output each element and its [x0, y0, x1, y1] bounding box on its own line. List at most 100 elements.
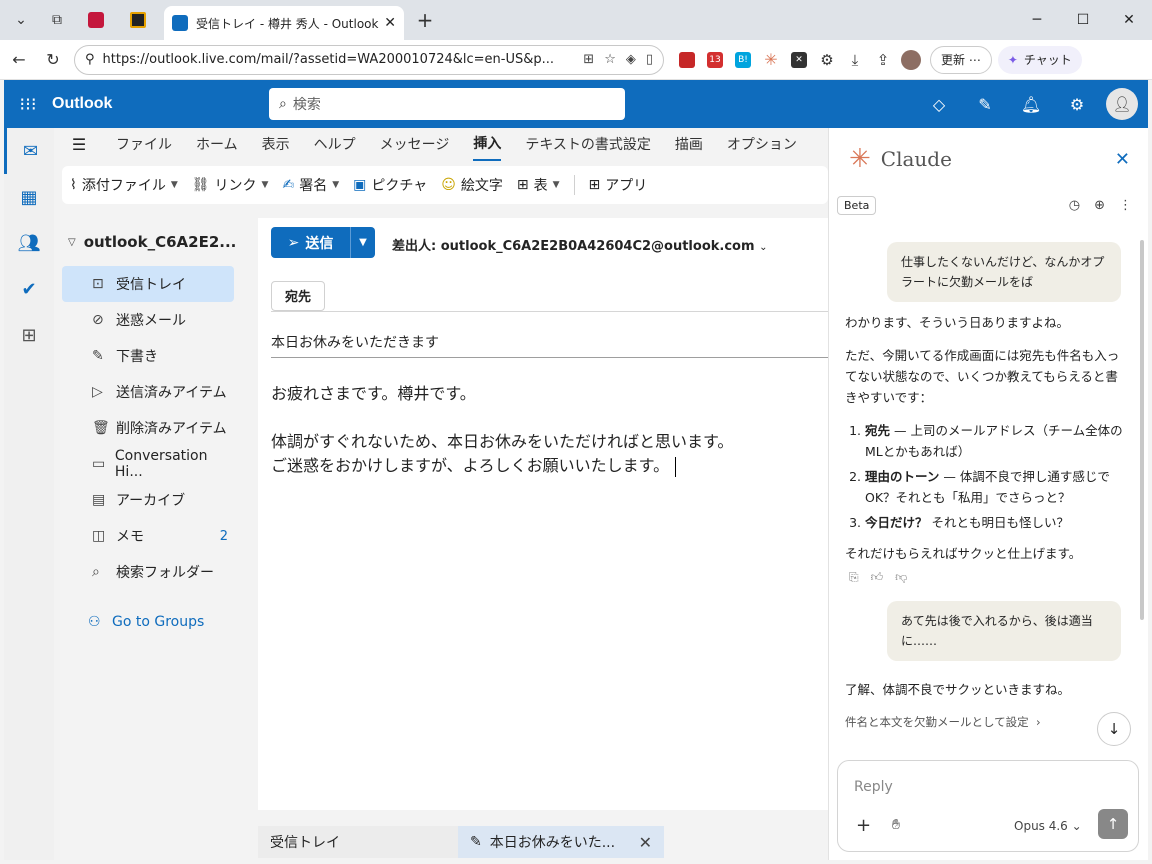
extensions-puzzle-icon[interactable]: ⚙	[814, 47, 840, 73]
copy-icon[interactable]: ⎘	[849, 570, 859, 585]
tab-insert[interactable]: 挿入	[473, 127, 502, 161]
settings-gear-icon[interactable]: ⚙	[1054, 95, 1100, 114]
chevron-down-icon: ⌄	[1071, 819, 1082, 833]
pinned-tab-1[interactable]	[78, 5, 114, 35]
folder-deleted[interactable]: 🗑︎ 削除済みアイテム	[62, 410, 234, 446]
send-options-chevron-icon[interactable]: ▼	[351, 227, 375, 258]
close-tab-icon[interactable]: ✕	[384, 15, 396, 31]
ext-x-icon[interactable]: ✕	[786, 47, 812, 73]
ext-badge-icon[interactable]: 13	[702, 47, 728, 73]
minimize-icon[interactable]: ─	[1014, 0, 1060, 40]
tab-message[interactable]: メッセージ	[380, 128, 450, 160]
to-button[interactable]: 宛先	[271, 280, 325, 311]
back-icon[interactable]: ←	[4, 45, 34, 75]
copilot-chat-button[interactable]: ✦ チャット	[997, 45, 1082, 74]
workspaces-icon[interactable]: ⧉	[42, 5, 72, 35]
maximize-icon[interactable]: ☐	[1060, 0, 1106, 40]
active-browser-tab[interactable]: 受信トレイ - 樽井 秀人 - Outlook ✕	[164, 6, 404, 40]
scroll-down-button[interactable]: ↓	[1097, 712, 1131, 746]
go-to-groups-link[interactable]: ⚇ Go to Groups	[58, 604, 254, 640]
add-icon[interactable]: +	[856, 815, 871, 836]
calendar-icon[interactable]: ▦	[4, 174, 54, 220]
tab-format-text[interactable]: テキストの書式設定	[525, 128, 651, 160]
todo-check-icon[interactable]: ✔	[4, 266, 54, 312]
model-selector[interactable]: Opus 4.6 ⌄	[1014, 819, 1082, 833]
thumbs-up-icon[interactable]: 👍︎	[871, 570, 884, 585]
premium-diamond-icon[interactable]: ◇	[916, 95, 962, 114]
app-icon[interactable]: ⊞	[583, 52, 594, 67]
conversation: 仕事したくないんだけど、なんかオプラートに欠勤メールをば わかります、そういう日…	[829, 240, 1141, 750]
send-button[interactable]: ➢ 送信	[271, 227, 351, 258]
extension-diamond-icon[interactable]: ◈	[626, 52, 636, 67]
action-link[interactable]: 件名と本文を欠勤メールとして設定 ›	[829, 714, 1141, 730]
attach-file-button[interactable]: ⌇ 添付ファイル ▼	[70, 175, 178, 195]
from-field[interactable]: 差出人: outlook_C6A2E2B0A42604C2@outlook.co…	[392, 235, 767, 254]
assistant-text: ただ、今開いてる作成画面には宛先も件名も入ってない状態なので、いくつか教えてもら…	[845, 348, 1120, 405]
update-button[interactable]: 更新 ⋯	[930, 45, 992, 74]
hand-icon[interactable]: ✋︎	[892, 817, 900, 833]
ext-red-icon[interactable]	[674, 47, 700, 73]
tab-file[interactable]: ファイル	[116, 128, 172, 160]
apps-button[interactable]: ⊞ アプリ	[589, 175, 648, 195]
account-avatar[interactable]: 👤︎	[1106, 88, 1138, 120]
reload-icon[interactable]: ↻	[38, 45, 68, 75]
site-info-icon[interactable]: ⚲	[85, 52, 95, 67]
folder-inbox[interactable]: ⊡ 受信トレイ	[62, 266, 234, 302]
new-tab-button[interactable]: +	[410, 5, 440, 35]
bottom-tab-inbox[interactable]: 受信トレイ	[258, 826, 458, 858]
folder-search[interactable]: ⌕ 検索フォルダー	[62, 554, 234, 590]
emoji-button[interactable]: ☺ 絵文字	[441, 175, 503, 195]
new-chat-icon[interactable]: ⊕	[1094, 198, 1105, 213]
bell-icon[interactable]: 🔔︎	[1008, 95, 1054, 114]
folder-junk[interactable]: ⊘ 迷惑メール	[62, 302, 234, 338]
to-input[interactable]	[325, 281, 828, 311]
history-icon[interactable]: ◷	[1069, 198, 1080, 213]
send-arrow-icon[interactable]: ↑	[1098, 809, 1128, 839]
folder-notes[interactable]: ◫ メモ 2	[62, 518, 234, 554]
tab-home[interactable]: ホーム	[196, 128, 238, 160]
signature-button[interactable]: ✍ 署名 ▼	[282, 175, 339, 195]
tab-options[interactable]: オプション	[727, 128, 797, 160]
bottom-tab-draft[interactable]: ✎ 本日お休みをいた... ✕	[458, 826, 664, 858]
reply-input[interactable]: Reply	[854, 779, 893, 795]
close-icon[interactable]: ✕	[639, 833, 652, 852]
note-icon[interactable]: ✎	[962, 95, 1008, 114]
list-item: 宛先 — 上司のメールアドレス（チーム全体のMLとかもあれば）	[865, 420, 1125, 462]
picture-button[interactable]: ▣ ピクチャ	[353, 175, 427, 195]
search-box[interactable]: ⌕ 検索	[269, 88, 625, 120]
tab-draw[interactable]: 描画	[675, 128, 703, 160]
app-launcher-icon[interactable]: ⁝⁝⁝	[4, 94, 52, 115]
folder-archive[interactable]: ▤ アーカイブ	[62, 482, 234, 518]
clipboard-icon[interactable]: ▯	[646, 52, 653, 67]
more-options-icon[interactable]: ⋮	[1119, 198, 1132, 213]
ext-hatena-icon[interactable]: B!	[730, 47, 756, 73]
mail-icon[interactable]: ✉	[4, 128, 54, 174]
thumbs-down-icon[interactable]: 👎︎	[895, 570, 907, 585]
profile-avatar-icon[interactable]	[898, 47, 924, 73]
tab-list-button[interactable]: ⌄	[6, 5, 36, 35]
table-button[interactable]: ⊞ 表 ▼	[517, 175, 560, 195]
ext-claude-icon[interactable]: ✳	[758, 47, 784, 73]
scrollbar[interactable]	[1140, 240, 1144, 620]
hamburger-menu-icon[interactable]: ☰	[54, 135, 104, 154]
subject-field[interactable]: 本日お休みをいただきます	[271, 332, 828, 358]
tab-help[interactable]: ヘルプ	[314, 128, 356, 160]
tab-view[interactable]: 表示	[262, 128, 290, 160]
pinned-tab-2[interactable]	[120, 5, 156, 35]
favorite-star-icon[interactable]: ☆	[604, 52, 616, 67]
folder-conversation-history[interactable]: ▭ Conversation Hi...	[62, 446, 234, 482]
share-icon[interactable]: ⇪	[870, 47, 896, 73]
link-icon: ⛓	[191, 177, 210, 193]
people-icon[interactable]: 👥︎	[4, 220, 54, 266]
address-bar[interactable]: ⚲ https://outlook.live.com/mail/?assetid…	[74, 44, 664, 75]
downloads-icon[interactable]: ⤓	[842, 47, 868, 73]
account-header[interactable]: ▽ outlook_C6A2E2...	[58, 218, 254, 266]
close-icon[interactable]: ✕	[1115, 149, 1130, 170]
close-window-icon[interactable]: ✕	[1106, 0, 1152, 40]
ribbon-tabs: ☰ ファイル ホーム 表示 ヘルプ メッセージ 挿入 テキストの書式設定 描画 …	[54, 127, 828, 161]
link-button[interactable]: ⛓ リンク ▼	[192, 175, 269, 195]
folder-sent[interactable]: ▷ 送信済みアイテム	[62, 374, 234, 410]
folder-drafts[interactable]: ✎ 下書き	[62, 338, 234, 374]
message-body[interactable]: お疲れさまです。樽井です。 体調がすぐれないため、本日お休みをいただければと思い…	[271, 382, 811, 478]
more-apps-icon[interactable]: ⊞	[4, 312, 54, 358]
